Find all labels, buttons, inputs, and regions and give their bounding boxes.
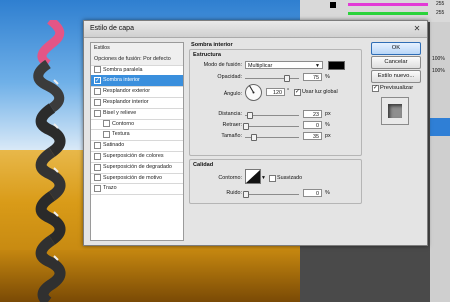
size-label: Tamaño: [221, 133, 242, 139]
color-value-1: 255 [436, 1, 445, 7]
contour-label: Contorno: [218, 175, 242, 181]
noise-unit: % [325, 190, 330, 196]
ok-button[interactable]: OK [371, 42, 421, 55]
style-list-label: Superposición de colores [103, 153, 164, 159]
size-unit: px [325, 133, 331, 139]
distance-unit: px [325, 111, 331, 117]
style-checkbox[interactable] [103, 131, 110, 139]
antialias-label: Suavizado [277, 175, 303, 181]
styles-list: Estilos Opciones de fusión: Por defecto So… [90, 42, 184, 241]
distance-slider-track[interactable] [245, 115, 299, 116]
quality-group: Calidad Contorno: ▼ Suavizado Ruido: 0 % [189, 159, 362, 204]
blend-mode-value: Multiplicar [248, 63, 273, 69]
color-value-2: 255 [436, 10, 445, 16]
opacity-slider-thumb[interactable] [283, 75, 290, 82]
style-list-label: Opciones de fusión: Por defecto [94, 55, 171, 62]
style-list-label: Bisel y relieve [103, 109, 137, 116]
structure-group: Estructura Modo de fusión: Multiplicar ▼… [189, 49, 362, 156]
choke-slider-track[interactable] [245, 126, 299, 127]
choke-label: Retraer: [222, 122, 242, 128]
opacity-label: Opacidad: [217, 74, 242, 80]
dialog-title: Estilo de capa [90, 25, 134, 32]
style-list-label: Sombra paralela [103, 66, 143, 73]
size-input[interactable]: 35 [303, 132, 322, 140]
selected-layer-row[interactable] [430, 118, 450, 136]
style-checkbox[interactable] [103, 120, 110, 128]
style-list-label: Contorno [112, 120, 135, 127]
noise-input[interactable]: 0 [303, 189, 322, 197]
style-checkbox[interactable] [94, 152, 101, 160]
opacity-unit: % [325, 74, 330, 80]
choke-input[interactable]: 0 [303, 121, 322, 129]
style-list-item[interactable]: Trazo [91, 183, 183, 196]
style-list-label: Satinado [103, 142, 125, 149]
global-light-checkbox[interactable] [294, 88, 301, 96]
spiral-ribbon-image [33, 20, 66, 302]
choke-slider-thumb[interactable] [243, 123, 249, 130]
preview-checkbox[interactable] [372, 84, 379, 92]
angle-label: Ángulo: [223, 91, 242, 97]
chevron-down-icon: ▼ [315, 63, 320, 69]
style-checkbox[interactable] [94, 174, 101, 182]
distance-slider-thumb[interactable] [247, 112, 254, 119]
distance-label: Distancia: [218, 111, 242, 117]
style-checkbox[interactable] [94, 88, 101, 96]
color-panel: 255 255 [300, 0, 450, 22]
preview-label: Previsualizar [380, 85, 414, 91]
size-slider-thumb[interactable] [250, 134, 257, 141]
contour-chevron-icon[interactable]: ▼ [261, 175, 266, 181]
style-list-label: Estilos [94, 45, 110, 51]
cancel-button[interactable]: Cancelar [371, 56, 421, 69]
choke-unit: % [325, 122, 330, 128]
new-style-button[interactable]: Estilo nuevo... [371, 70, 421, 83]
style-checkbox[interactable] [94, 185, 101, 193]
style-checkbox[interactable] [94, 142, 101, 150]
style-list-label: Superposición de motivo [103, 174, 163, 181]
noise-slider-thumb[interactable] [243, 191, 249, 198]
section-title: Sombra interior [191, 42, 233, 48]
angle-input[interactable]: 120 [266, 88, 285, 96]
distance-input[interactable]: 23 [303, 110, 322, 118]
angle-unit: ° [287, 88, 290, 94]
quality-title: Calidad [193, 162, 214, 168]
style-checkbox[interactable] [94, 76, 101, 87]
style-list-label: Trazo [103, 185, 117, 192]
style-list-label: Textura [112, 131, 130, 138]
preview-inner-square [388, 104, 402, 118]
angle-needle [249, 85, 255, 94]
fill-value: 100% [432, 68, 445, 74]
blend-mode-select[interactable]: Multiplicar ▼ [245, 61, 323, 69]
close-icon[interactable]: ✕ [411, 23, 423, 34]
opacity-value: 100% [432, 56, 445, 62]
blend-mode-label: Modo de fusión: [203, 62, 242, 68]
global-light-label: Usar luz global [302, 89, 338, 95]
style-preview-thumbnail [381, 97, 409, 125]
style-checkbox[interactable] [94, 66, 101, 74]
style-checkbox[interactable] [94, 98, 101, 106]
dialog-titlebar[interactable]: Estilo de capa ✕ [84, 21, 427, 38]
shadow-color-swatch[interactable] [328, 61, 345, 70]
contour-picker[interactable] [245, 169, 261, 184]
linear-contour-icon [246, 170, 260, 183]
noise-slider-track[interactable] [245, 194, 299, 195]
style-checkbox[interactable] [94, 109, 101, 117]
angle-dial[interactable] [245, 84, 262, 101]
style-checkbox[interactable] [94, 163, 101, 171]
style-list-label: Resplandor interior [103, 99, 149, 105]
antialias-checkbox[interactable] [269, 175, 276, 182]
inner-shadow-panel: Sombra interior Estructura Modo de fusió… [187, 42, 362, 239]
layer-style-dialog: Estilo de capa ✕ Estilos Opciones de fusi… [83, 20, 428, 246]
style-list-label: Resplandor exterior [103, 88, 151, 95]
opacity-input[interactable]: 75 [303, 73, 322, 81]
color-sliders [330, 2, 428, 15]
layers-panel-strip: 100% 100% [430, 22, 450, 302]
opacity-slider-track[interactable] [245, 78, 299, 79]
noise-label: Ruido: [226, 190, 242, 196]
style-list-label: Superposición de degradado [103, 163, 172, 170]
style-list-label: Sombra interior [103, 77, 140, 84]
structure-title: Estructura [193, 52, 221, 58]
